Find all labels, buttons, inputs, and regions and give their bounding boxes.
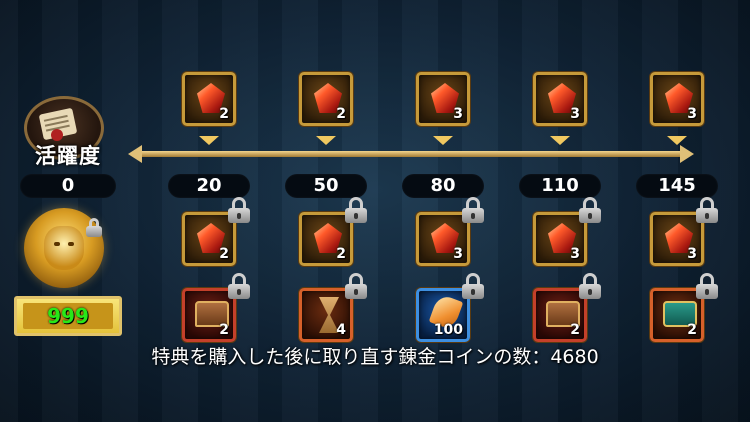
reward-qty: 3 [687, 246, 697, 262]
activity-current-value: 0 [20, 174, 116, 198]
track-arrow-left [128, 145, 142, 163]
milestone-4-pointer [667, 136, 687, 145]
milestone-0-pointer [199, 136, 219, 145]
milestone-3-value: 110 [519, 174, 601, 198]
milestone-1-pointer [316, 136, 336, 145]
wax-seal-icon [51, 129, 63, 141]
reward-qty: 2 [219, 246, 229, 262]
lock-icon [696, 197, 718, 223]
lion-eye-right [68, 242, 74, 246]
lock-icon [345, 273, 367, 299]
lock-icon [462, 273, 484, 299]
milestone-4-free-reward[interactable]: 3 [650, 72, 704, 126]
track-arrow-right [680, 145, 694, 163]
lock-icon [228, 197, 250, 223]
reward-qty: 3 [453, 246, 463, 262]
reward-qty: 2 [336, 246, 346, 262]
lock-icon [579, 273, 601, 299]
reward-qty: 3 [570, 106, 580, 122]
reward-qty: 2 [336, 106, 346, 122]
lock-icon [228, 273, 250, 299]
progress-track [134, 151, 686, 157]
reward-qty: 3 [570, 246, 580, 262]
reward-qty: 100 [433, 322, 463, 338]
milestone-4-value: 145 [636, 174, 718, 198]
milestone-0-value: 20 [168, 174, 250, 198]
activity-label: 活躍度 [35, 144, 101, 168]
lock-icon [696, 273, 718, 299]
premium-lock-icon [86, 218, 102, 238]
reward-qty: 2 [219, 106, 229, 122]
reward-qty: 3 [687, 106, 697, 122]
lock-icon [462, 197, 484, 223]
lion-face [44, 226, 84, 270]
reward-qty: 3 [453, 106, 463, 122]
premium-counter-value: 999 [23, 303, 113, 329]
milestone-1-value: 50 [285, 174, 367, 198]
milestone-3-free-reward[interactable]: 3 [533, 72, 587, 126]
milestone-2-pointer [433, 136, 453, 145]
lock-icon [579, 197, 601, 223]
milestone-3-pointer [550, 136, 570, 145]
milestone-1-free-reward[interactable]: 2 [299, 72, 353, 126]
lock-icon [345, 197, 367, 223]
reward-qty: 2 [687, 322, 697, 338]
milestone-0-free-reward[interactable]: 2 [182, 72, 236, 126]
reward-qty: 2 [570, 322, 580, 338]
reward-qty: 4 [336, 322, 346, 338]
premium-counter: 999 [14, 296, 122, 336]
milestone-2-free-reward[interactable]: 3 [416, 72, 470, 126]
milestone-2-value: 80 [402, 174, 484, 198]
reward-qty: 2 [219, 322, 229, 338]
footer-info-text: 特典を購入した後に取り直す錬金コインの数：4680 [151, 346, 599, 368]
lion-eye-left [54, 242, 60, 246]
